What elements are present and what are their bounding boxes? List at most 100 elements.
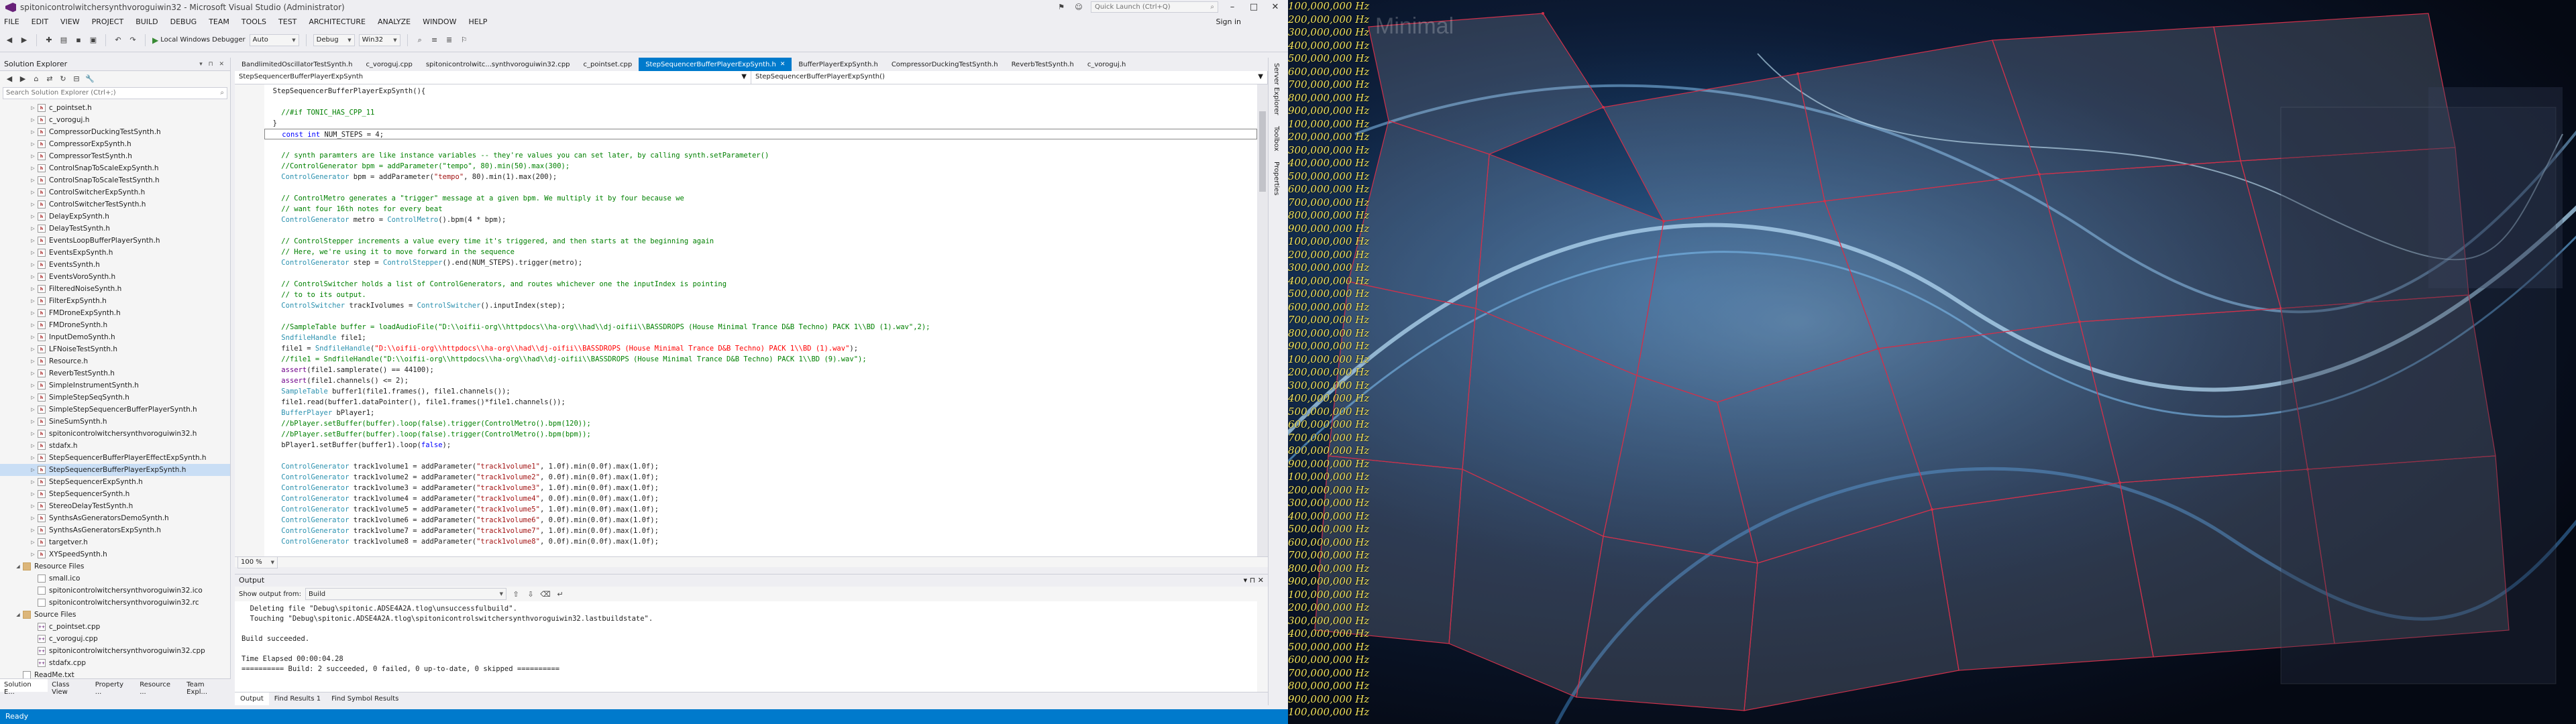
expand-arrow-icon[interactable]: ▷ [30, 286, 36, 292]
code-line[interactable] [264, 311, 1257, 322]
document-tab[interactable]: spitonicontrolwitc...synthvoroguiwin32.c… [419, 58, 577, 71]
output-tab[interactable]: Find Results 1 [269, 692, 326, 705]
expand-arrow-icon[interactable]: ▷ [30, 359, 36, 364]
comment-icon[interactable]: ≡ [429, 35, 440, 46]
code-line[interactable]: // synth paramters are like instance var… [264, 150, 1257, 161]
panel-controls-icon[interactable]: ▾ ⊓ ✕ [1244, 576, 1264, 585]
expand-arrow-icon[interactable]: ▷ [30, 154, 36, 159]
expand-arrow-icon[interactable]: ▷ [30, 383, 36, 388]
forward-icon[interactable]: ▶ [17, 73, 28, 84]
tree-file[interactable]: ▷ h SimpleInstrumentSynth.h [0, 379, 230, 391]
expand-arrow-icon[interactable]: ▷ [30, 371, 36, 376]
code-line[interactable]: ControlGenerator track1volume1 = addPara… [264, 461, 1257, 472]
menu-item-file[interactable]: FILE [4, 17, 19, 26]
tree-file[interactable]: ▷ h Resource.h [0, 355, 230, 367]
refresh-icon[interactable]: ↻ [58, 73, 68, 84]
menu-item-team[interactable]: TEAM [209, 17, 229, 26]
tree-file[interactable]: ▷ h ControlSnapToScaleExpSynth.h [0, 162, 230, 174]
expand-arrow-icon[interactable]: ▷ [30, 479, 36, 485]
expand-arrow-icon[interactable]: ◢ [15, 564, 21, 569]
start-debugging-button[interactable]: ▶ Local Windows Debugger [152, 36, 246, 45]
expand-arrow-icon[interactable]: ▷ [30, 516, 36, 521]
solution-search-input[interactable]: Search Solution Explorer (Ctrl+;) ⌕ [3, 87, 227, 99]
menu-item-view[interactable]: VIEW [60, 17, 80, 26]
code-line[interactable]: ControlGenerator track1volume4 = addPara… [264, 493, 1257, 504]
code-line[interactable]: //bPlayer.setBuffer(buffer).loop(false).… [264, 429, 1257, 440]
tree-file[interactable]: ▷ h StepSequencerExpSynth.h [0, 476, 230, 488]
expand-arrow-icon[interactable]: ▷ [30, 310, 36, 316]
tree-file[interactable]: ▷ h SimpleStepSequencerBufferPlayerSynth.h [0, 404, 230, 416]
goto-next-icon[interactable]: ⇩ [525, 589, 536, 599]
expand-arrow-icon[interactable]: ▷ [30, 431, 36, 436]
document-tab[interactable]: StepSequencerBufferPlayerExpSynth.h ✕ [639, 58, 792, 71]
output-tab[interactable]: Find Symbol Results [326, 692, 404, 705]
tree-file[interactable]: ▷ h FMDroneExpSynth.h [0, 307, 230, 319]
tree-file[interactable]: ▷ h SynthsAsGeneratorsDemoSynth.h [0, 512, 230, 524]
tree-folder[interactable]: ◢ Source Files [0, 609, 230, 621]
expand-arrow-icon[interactable]: ▷ [30, 347, 36, 352]
code-line[interactable]: ControlGenerator track1volume8 = addPara… [264, 536, 1257, 547]
menu-item-window[interactable]: WINDOW [423, 17, 456, 26]
save-all-icon[interactable]: ▣ [88, 35, 99, 46]
code-line[interactable]: ControlGenerator metro = ControlMetro().… [264, 215, 1257, 225]
code-line[interactable]: ControlSwitcher trackIvolumes = ControlS… [264, 300, 1257, 311]
undo-icon[interactable]: ↶ [113, 35, 123, 46]
tab-property-[interactable]: Property ... [91, 679, 136, 696]
expand-arrow-icon[interactable]: ▷ [30, 467, 36, 473]
scrollbar-thumb[interactable] [1259, 111, 1266, 192]
expand-arrow-icon[interactable]: ▷ [30, 322, 36, 328]
tree-file[interactable]: ▷ h targetver.h [0, 536, 230, 548]
expand-arrow-icon[interactable]: ▷ [30, 226, 36, 231]
code-line[interactable]: ControlGenerator track1volume6 = addPara… [264, 515, 1257, 526]
tree-file[interactable]: ▷ h EventsExpSynth.h [0, 247, 230, 259]
code-line[interactable]: } [264, 118, 1257, 129]
close-button[interactable]: ✕ [1268, 2, 1283, 12]
class-dropdown[interactable]: StepSequencerBufferPlayerExpSynth ▼ [235, 71, 751, 84]
expand-arrow-icon[interactable]: ▷ [30, 117, 36, 123]
back-icon[interactable]: ◀ [4, 73, 15, 84]
code-line[interactable]: BufferPlayer bPlayer1; [264, 408, 1257, 418]
code-line[interactable]: SndfileHandle file1; [264, 333, 1257, 343]
tree-file[interactable]: ▷ h c_voroguj.h [0, 114, 230, 126]
tree-file[interactable]: ++ stdafx.cpp [0, 657, 230, 669]
expand-arrow-icon[interactable]: ◢ [15, 612, 21, 617]
tree-folder[interactable]: ◢ Resource Files [0, 560, 230, 572]
tree-file[interactable]: ▷ h EventsLoopBufferPlayerSynth.h [0, 235, 230, 247]
configuration-select[interactable]: Debug ▼ [313, 34, 355, 46]
code-line[interactable]: // ControlMetro generates a "trigger" me… [264, 193, 1257, 204]
tree-file[interactable]: ▷ h DelayTestSynth.h [0, 223, 230, 235]
tree-file[interactable]: spitonicontrolwitchersynthvoroguiwin32.r… [0, 597, 230, 609]
code-line[interactable]: file1 = SndfileHandle("D:\\oifii-org\\ht… [264, 343, 1257, 354]
editor-scrollbar[interactable] [1257, 84, 1268, 556]
expand-arrow-icon[interactable]: ▷ [30, 178, 36, 183]
document-tab[interactable]: c_voroguj.h [1081, 58, 1133, 71]
code-line[interactable]: ControlGenerator track1volume3 = addPara… [264, 483, 1257, 493]
clear-all-icon[interactable]: ⌫ [540, 589, 551, 599]
code-line[interactable] [264, 182, 1257, 193]
goto-prev-icon[interactable]: ⇧ [511, 589, 521, 599]
expand-arrow-icon[interactable]: ▷ [30, 335, 36, 340]
word-wrap-icon[interactable]: ↵ [555, 589, 566, 599]
code-line[interactable]: // ControlStepper increments a value eve… [264, 236, 1257, 247]
tree-file[interactable]: ▷ h ControlSwitcherExpSynth.h [0, 186, 230, 198]
new-project-icon[interactable]: ✚ [44, 35, 54, 46]
code-line[interactable]: assert(file1.channels() <= 2); [264, 375, 1257, 386]
expand-arrow-icon[interactable]: ▷ [30, 250, 36, 255]
tab-resource-[interactable]: Resource ... [136, 679, 182, 696]
expand-arrow-icon[interactable]: ▷ [30, 443, 36, 448]
tree-file[interactable]: ▷ h SynthsAsGeneratorsExpSynth.h [0, 524, 230, 536]
close-tab-icon[interactable]: ✕ [780, 61, 786, 68]
expand-arrow-icon[interactable]: ▷ [30, 395, 36, 400]
code-line[interactable]: //file1 = SndfileHandle("D:\\oifii-org\\… [264, 354, 1257, 365]
minimize-button[interactable]: – [1225, 2, 1240, 12]
code-line[interactable] [264, 225, 1257, 236]
tree-file[interactable]: ▷ h StepSequencerBufferPlayerEffectExpSynt… [0, 452, 230, 464]
expand-arrow-icon[interactable]: ▷ [30, 298, 36, 304]
zoom-select[interactable]: 100 % ▼ [237, 556, 278, 568]
document-tab[interactable]: ReverbTestSynth.h [1005, 58, 1081, 71]
redo-icon[interactable]: ↷ [127, 35, 138, 46]
code-line[interactable] [264, 139, 1257, 150]
open-file-icon[interactable]: ▤ [58, 35, 69, 46]
expand-arrow-icon[interactable]: ▷ [30, 105, 36, 111]
expand-arrow-icon[interactable]: ▷ [30, 552, 36, 557]
